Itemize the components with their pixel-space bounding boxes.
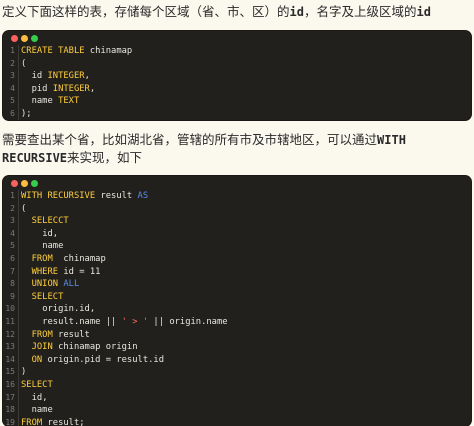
code-text: name TEXT — [31, 96, 80, 107]
line-number: 4 — [10, 83, 15, 93]
line-number: 4 — [10, 228, 15, 238]
line-number: 3 — [10, 216, 15, 226]
code-line: 19 FROM result; — [3, 417, 471, 426]
green-dot-icon — [31, 35, 38, 42]
line-number: 16 — [5, 379, 15, 389]
code-text: ) — [21, 367, 27, 378]
code-line: 17 id, — [3, 392, 471, 405]
code-text: JOIN chinamap origin — [31, 342, 138, 353]
code-block-recursive-query: 1 WITH RECURSIVE result AS 2(3 SELECCT 4 id… — [3, 176, 471, 426]
line-number: 12 — [5, 329, 15, 339]
code-text: ( — [21, 203, 27, 214]
line-number: 14 — [5, 354, 15, 364]
code-text: ); — [21, 108, 32, 119]
code-line: 2( — [3, 58, 471, 71]
line-number: 5 — [10, 241, 15, 251]
code-block-titlebar — [3, 31, 471, 45]
description-paragraph: 需要查出某个省，比如湖北省，管辖的所有市及市辖地区，可以通过WITH RECUR… — [2, 131, 470, 167]
code-lines: 1 WITH RECURSIVE result AS 2(3 SELECCT 4 id… — [3, 190, 471, 426]
line-number: 9 — [10, 291, 15, 301]
code-text: WHERE id = 11 — [31, 266, 101, 277]
code-line: 5 name — [3, 240, 471, 253]
code-line: 12 FROM result — [3, 329, 471, 342]
line-number: 1 — [10, 46, 15, 55]
line-number: 2 — [10, 203, 15, 213]
green-dot-icon — [31, 180, 38, 187]
code-text: pid INTEGER, — [31, 83, 96, 94]
code-line: 5 name TEXT — [3, 95, 471, 108]
code-line: 14 ON origin.pid = result.id — [3, 354, 471, 367]
description-text-2: 来实现，如下 — [67, 150, 143, 165]
intro-code-2: id — [416, 5, 431, 19]
line-number: 17 — [5, 392, 15, 402]
code-text: SELECT — [21, 379, 53, 390]
code-text: UNION ALL — [31, 279, 80, 290]
code-line: 11 result.name || ' > ' || origin.name — [3, 316, 471, 329]
code-text: name — [31, 405, 53, 416]
code-lines: 1 CREATE TABLE chinamap 2(3 id INTEGER, 4 p… — [3, 45, 471, 120]
code-text: SELECCT — [31, 216, 69, 227]
code-block-titlebar — [3, 176, 471, 190]
code-line: 3 SELECCT — [3, 215, 471, 228]
code-line: 8 UNION ALL — [3, 278, 471, 291]
line-number: 13 — [5, 342, 15, 352]
code-text: ( — [21, 58, 27, 69]
intro-text-2: ，名字及上级区域的 — [303, 4, 417, 19]
line-number: 2 — [10, 58, 15, 68]
red-dot-icon — [11, 35, 18, 42]
intro-code-1: id — [289, 5, 304, 19]
line-number: 19 — [5, 417, 15, 426]
code-line: 10 origin.id, — [3, 303, 471, 316]
line-number: 10 — [5, 304, 15, 314]
description-text-1: 需要查出某个省，比如湖北省，管辖的所有市及市辖地区，可以通过 — [2, 132, 378, 147]
code-text: FROM result — [31, 329, 90, 340]
yellow-dot-icon — [21, 35, 28, 42]
code-line: 1 WITH RECURSIVE result AS — [3, 190, 471, 203]
code-line: 6 FROM chinamap — [3, 253, 471, 266]
code-text: WITH RECURSIVE result AS — [21, 191, 149, 201]
code-line: 6); — [3, 108, 471, 120]
code-line: 7 WHERE id = 11 — [3, 266, 471, 279]
line-number: 6 — [10, 108, 15, 118]
code-block-create-table: 1 CREATE TABLE chinamap 2(3 id INTEGER, 4 p… — [3, 31, 471, 120]
code-line: 16 SELECT — [3, 379, 471, 392]
code-text: ON origin.pid = result.id — [31, 354, 165, 365]
code-line: 1 CREATE TABLE chinamap — [3, 45, 471, 58]
red-dot-icon — [11, 180, 18, 187]
code-line: 4 id, — [3, 228, 471, 241]
code-line: 18 name — [3, 404, 471, 417]
code-text: id, — [42, 228, 59, 239]
code-line: 13 JOIN chinamap origin — [3, 341, 471, 354]
line-number: 5 — [10, 96, 15, 106]
code-line: 9 SELECT — [3, 291, 471, 304]
code-text: origin.id, — [42, 304, 96, 315]
line-number: 7 — [10, 266, 15, 276]
code-text: name — [42, 241, 64, 252]
code-text: result.name || ' > ' || origin.name — [42, 316, 228, 327]
code-text: CREATE TABLE chinamap — [21, 46, 133, 56]
code-text: FROM result; — [21, 417, 85, 426]
line-number: 15 — [5, 367, 15, 377]
line-number: 6 — [10, 253, 15, 263]
intro-text-1: 定义下面这样的表，存储每个区域（省、市、区）的 — [2, 4, 290, 19]
line-number: 1 — [10, 191, 15, 200]
code-text: id INTEGER, — [31, 71, 90, 82]
yellow-dot-icon — [21, 180, 28, 187]
code-text: SELECT — [31, 291, 64, 302]
code-text: FROM chinamap — [31, 253, 106, 264]
code-line: 3 id INTEGER, — [3, 70, 471, 83]
line-number: 11 — [5, 316, 15, 326]
line-number: 18 — [5, 405, 15, 415]
code-line: 4 pid INTEGER, — [3, 83, 471, 96]
code-line: 2( — [3, 203, 471, 216]
line-number: 8 — [10, 279, 15, 289]
intro-paragraph: 定义下面这样的表，存储每个区域（省、市、区）的id，名字及上级区域的id — [2, 3, 470, 21]
code-text: id, — [31, 392, 48, 403]
line-number: 3 — [10, 71, 15, 81]
code-line: 15) — [3, 366, 471, 379]
